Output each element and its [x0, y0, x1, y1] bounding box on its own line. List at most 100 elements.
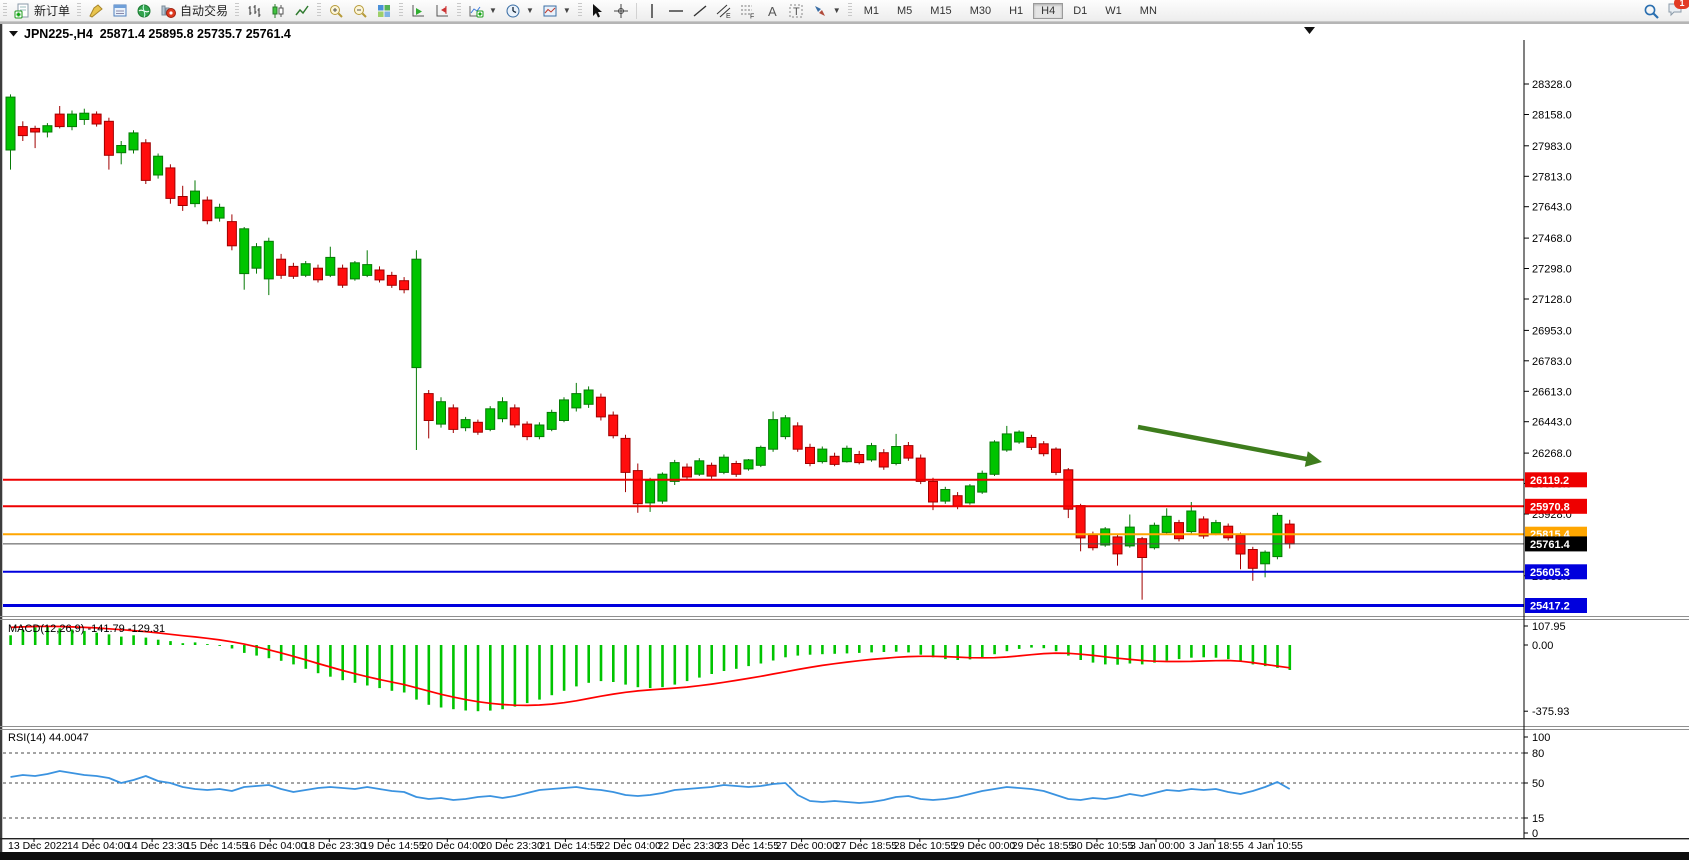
svg-text:27298.0: 27298.0 — [1532, 264, 1572, 276]
candlestick-chart-button[interactable] — [266, 1, 290, 20]
zoom-out-button[interactable] — [348, 1, 372, 20]
cursor-icon — [589, 3, 605, 19]
auto-scroll-icon — [410, 3, 426, 19]
indicators-button[interactable]: ▼ — [464, 1, 501, 20]
timeframe-h4-button[interactable]: H4 — [1033, 3, 1063, 19]
crayon-button[interactable] — [84, 1, 108, 20]
trendline-icon — [692, 3, 708, 19]
toolbar-grip[interactable] — [3, 3, 7, 18]
svg-text:E: E — [726, 13, 731, 19]
toolbar-grip[interactable] — [317, 3, 321, 18]
templates-button[interactable]: ▼ — [538, 1, 575, 20]
fibonacci-icon: F — [740, 3, 756, 19]
main-toolbar: 新订单 自动交易 — [0, 0, 1689, 22]
text-label-icon: T — [788, 3, 804, 19]
svg-text:4 Jan 10:55: 4 Jan 10:55 — [1248, 840, 1303, 852]
arrows-icon — [812, 3, 828, 19]
svg-text:50: 50 — [1532, 778, 1544, 790]
periods-caret-icon: ▼ — [526, 6, 534, 15]
svg-text:18 Dec 23:30: 18 Dec 23:30 — [303, 840, 366, 852]
zoom-out-icon — [352, 3, 368, 19]
timeframe-m1-button[interactable]: M1 — [856, 3, 887, 19]
bar-chart-icon — [246, 3, 262, 19]
toolbar-grip[interactable] — [399, 3, 403, 18]
time-axis[interactable]: 13 Dec 202214 Dec 04:0014 Dec 23:3015 De… — [8, 839, 1303, 852]
horizontal-line-tool-button[interactable] — [664, 1, 688, 20]
fibonacci-tool-button[interactable]: F — [736, 1, 760, 20]
text-tool-button[interactable]: A — [760, 1, 784, 20]
line-chart-icon — [294, 3, 310, 19]
new-order-icon — [14, 3, 30, 19]
navigator-button[interactable] — [132, 1, 156, 20]
equidistant-channel-tool-button[interactable]: E — [712, 1, 736, 20]
vertical-line-tool-button[interactable] — [640, 1, 664, 20]
svg-text:100: 100 — [1532, 732, 1550, 744]
svg-text:23 Dec 14:55: 23 Dec 14:55 — [717, 840, 780, 852]
cursor-tool-button[interactable] — [585, 1, 609, 20]
toolbar-grip[interactable] — [77, 3, 81, 18]
svg-text:27643.0: 27643.0 — [1532, 202, 1572, 214]
timeframe-d1-button[interactable]: D1 — [1065, 3, 1095, 19]
svg-text:16 Dec 04:00: 16 Dec 04:00 — [244, 840, 307, 852]
svg-text:25761.4: 25761.4 — [1530, 539, 1571, 551]
svg-text:JPN225-,H4 25871.4 25895.8 25: JPN225-,H4 25871.4 25895.8 25735.7 25761… — [24, 27, 291, 41]
svg-text:22 Dec 04:00: 22 Dec 04:00 — [599, 840, 662, 852]
timeframe-m15-button[interactable]: M15 — [922, 3, 959, 19]
timeframe-m30-button[interactable]: M30 — [962, 3, 999, 19]
indicators-caret-icon: ▼ — [489, 6, 497, 15]
svg-text:T: T — [793, 6, 800, 18]
indicators-add-icon — [468, 3, 484, 19]
timeframe-mn-button[interactable]: MN — [1132, 3, 1165, 19]
new-order-button[interactable]: 新订单 — [10, 1, 74, 20]
bar-chart-button[interactable] — [242, 1, 266, 20]
zoom-in-icon — [328, 3, 344, 19]
periods-button[interactable]: ▼ — [501, 1, 538, 20]
svg-text:26119.2: 26119.2 — [1530, 475, 1569, 487]
crosshair-icon — [613, 3, 629, 19]
line-chart-button[interactable] — [290, 1, 314, 20]
auto-scroll-button[interactable] — [406, 1, 430, 20]
svg-text:-375.93: -375.93 — [1532, 706, 1569, 718]
timeframe-w1-button[interactable]: W1 — [1097, 3, 1130, 19]
svg-text:F: F — [750, 13, 754, 19]
vertical-line-icon — [644, 3, 660, 19]
chart-shift-button[interactable] — [430, 1, 454, 20]
tile-windows-button[interactable] — [372, 1, 396, 20]
autotrading-label: 自动交易 — [180, 2, 228, 19]
svg-text:30 Dec 10:55: 30 Dec 10:55 — [1071, 840, 1134, 852]
svg-text:25417.2: 25417.2 — [1530, 601, 1570, 613]
zoom-in-button[interactable] — [324, 1, 348, 20]
svg-text:0.00: 0.00 — [1532, 640, 1553, 652]
data-window-button[interactable] — [108, 1, 132, 20]
svg-text:27983.0: 27983.0 — [1532, 141, 1572, 153]
candlestick-chart-icon — [270, 3, 286, 19]
svg-text:27813.0: 27813.0 — [1532, 171, 1572, 183]
arrows-caret-icon: ▼ — [833, 6, 841, 15]
toolbar-right-icons: 1 — [1643, 0, 1683, 21]
timeframe-m5-button[interactable]: M5 — [889, 3, 920, 19]
svg-text:80: 80 — [1532, 748, 1544, 760]
svg-text:20 Dec 23:30: 20 Dec 23:30 — [480, 840, 543, 852]
toolbar-grip[interactable] — [457, 3, 461, 18]
templates-icon — [542, 3, 558, 19]
svg-text:27 Dec 18:55: 27 Dec 18:55 — [835, 840, 898, 852]
search-icon[interactable] — [1643, 3, 1659, 19]
crosshair-tool-button[interactable] — [609, 1, 633, 20]
autotrading-button[interactable]: 自动交易 — [156, 1, 232, 20]
toolbar-grip[interactable] — [235, 3, 239, 18]
timeframe-h1-button[interactable]: H1 — [1001, 3, 1031, 19]
chart-shift-icon — [434, 3, 450, 19]
toolbar-grip[interactable] — [578, 3, 582, 18]
toolbar-separator — [636, 3, 637, 19]
autotrading-icon — [160, 3, 176, 19]
arrows-tool-button[interactable]: ▼ — [808, 1, 845, 20]
chart-area[interactable]: JPN225-,H4 25871.4 25895.8 25735.7 25761… — [0, 22, 1689, 860]
chart-title[interactable]: JPN225-,H4 25871.4 25895.8 25735.7 25761… — [9, 27, 291, 41]
toolbar-grip[interactable] — [848, 3, 852, 18]
svg-text:15: 15 — [1532, 813, 1544, 825]
navigator-globe-icon — [136, 3, 152, 19]
trendline-tool-button[interactable] — [688, 1, 712, 20]
text-label-tool-button[interactable]: T — [784, 1, 808, 20]
notifications-button[interactable]: 1 — [1667, 1, 1683, 21]
svg-text:26953.0: 26953.0 — [1532, 325, 1572, 337]
